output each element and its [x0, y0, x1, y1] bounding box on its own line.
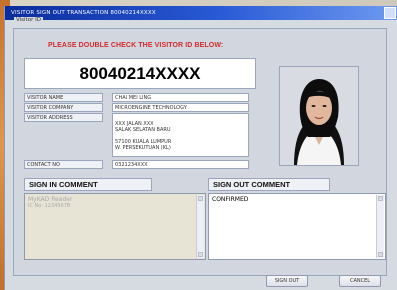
visitor-id-display: 80040214XXXX: [24, 58, 256, 89]
visitor-company-field[interactable]: MICROENGINE TECHNOLOGY: [112, 103, 249, 112]
sign-out-comment-field[interactable]: CONFIRMED: [208, 193, 386, 260]
sign-in-comment-line1: MyKAD Reader: [28, 196, 73, 203]
contact-no-label: CONTACT NO: [24, 160, 103, 169]
visitor-address-label: VISITOR ADDRESS: [24, 113, 103, 122]
sign-out-scrollbar[interactable]: [376, 195, 384, 258]
cancel-button[interactable]: CANCEL: [339, 275, 381, 287]
visitor-name-label: VISITOR NAME: [24, 93, 103, 102]
double-check-warning: PLEASE DOUBLE CHECK THE VISITOR ID BELOW…: [48, 42, 224, 49]
visitor-address-field[interactable]: XXX JALAN XXX SALAK SELATAN BARU 57100 K…: [112, 113, 249, 157]
scroll-down-arrow-icon[interactable]: [378, 252, 383, 257]
sign-in-comment-box: MyKAD Reader IC No: 1234567B: [24, 193, 206, 260]
visitor-portrait-image: [280, 67, 358, 165]
contact-no-field[interactable]: 0321234XXX: [112, 160, 249, 169]
scroll-down-arrow-icon[interactable]: [198, 252, 203, 257]
frame-label: Visitor ID: [14, 17, 43, 23]
window-title: VISITOR SIGN OUT TRANSACTION 80040214XXX…: [11, 10, 156, 16]
visitor-photo: [279, 66, 359, 166]
scroll-up-arrow-icon[interactable]: [378, 196, 383, 201]
sign-out-button[interactable]: SIGN OUT: [266, 275, 308, 287]
visitor-name-field[interactable]: CHAI MEI LING: [112, 93, 249, 102]
window-titlebar: VISITOR SIGN OUT TRANSACTION 80040214XXX…: [5, 6, 397, 20]
close-icon[interactable]: [384, 7, 396, 19]
sign-in-comment-line2: IC No: 1234567B: [28, 203, 71, 209]
scroll-up-arrow-icon[interactable]: [198, 196, 203, 201]
sign-out-comment-text: CONFIRMED: [212, 196, 249, 203]
sign-in-scrollbar[interactable]: [196, 195, 204, 258]
visitor-company-label: VISITOR COMPANY: [24, 103, 103, 112]
visitor-id-value: 80040214XXXX: [79, 63, 201, 83]
sign-out-comment-header: SIGN OUT COMMENT: [208, 178, 330, 191]
sign-in-comment-header: SIGN IN COMMENT: [24, 178, 152, 191]
